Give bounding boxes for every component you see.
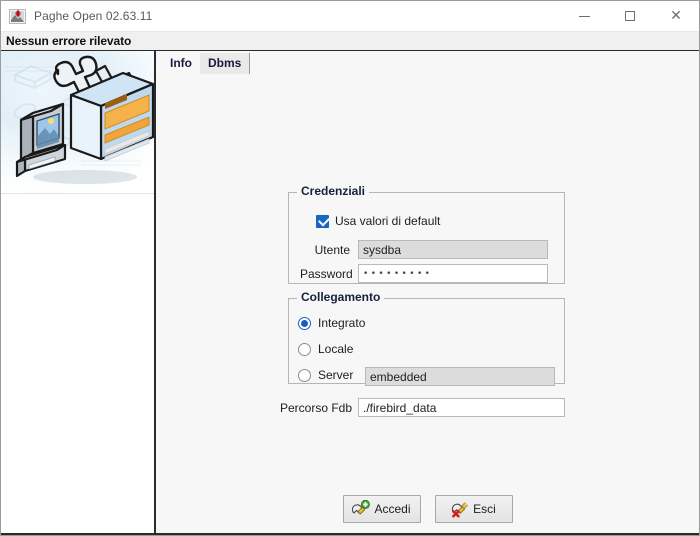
exit-button[interactable]: Esci bbox=[434, 495, 513, 523]
radio-locale-label: Locale bbox=[318, 342, 354, 356]
exit-button-label: Esci bbox=[473, 502, 496, 516]
software-toolbox-illustration bbox=[1, 51, 154, 194]
radio-selected-icon bbox=[298, 316, 311, 330]
user-value: sysdba bbox=[363, 242, 402, 257]
content-panel: Info Dbms Credenziali Usa valori di defa… bbox=[156, 51, 699, 533]
action-button-bar: Accedi Esci bbox=[156, 495, 699, 523]
radio-integrato-label: Integrato bbox=[318, 316, 366, 330]
user-row: Utente sysdba bbox=[300, 240, 548, 259]
radio-unselected-icon bbox=[298, 368, 311, 382]
plug-disconnect-icon bbox=[451, 500, 469, 518]
user-input[interactable]: sysdba bbox=[358, 240, 548, 259]
sidebar-panel bbox=[1, 51, 156, 533]
window-controls: ✕ bbox=[561, 1, 699, 31]
password-row: Password ••••••••• bbox=[300, 264, 548, 283]
fdb-path-label: Percorso Fdb bbox=[280, 400, 353, 415]
fdb-path-value: ./firebird_data bbox=[363, 400, 437, 415]
application-window: Paghe Open 02.63.11 ✕ Nessun errore rile… bbox=[0, 0, 700, 536]
window-body: Info Dbms Credenziali Usa valori di defa… bbox=[1, 50, 699, 535]
tab-dbms[interactable]: Dbms bbox=[200, 53, 251, 74]
server-field-wrap: embedded bbox=[365, 367, 555, 386]
maximize-button[interactable] bbox=[607, 1, 653, 31]
plug-connect-icon bbox=[352, 499, 371, 518]
tab-strip: Info Dbms bbox=[156, 51, 699, 74]
login-button[interactable]: Accedi bbox=[342, 495, 421, 523]
tab-dbms-label: Dbms bbox=[208, 56, 242, 70]
server-value: embedded bbox=[370, 369, 427, 384]
radio-unselected-icon bbox=[298, 342, 311, 356]
use-defaults-checkbox[interactable]: Usa valori di default bbox=[316, 213, 441, 228]
minimize-button[interactable] bbox=[561, 1, 607, 31]
use-defaults-label: Usa valori di default bbox=[335, 214, 441, 228]
checkbox-checked-icon bbox=[316, 213, 331, 228]
radio-server[interactable]: Server bbox=[298, 368, 353, 382]
app-icon bbox=[9, 8, 26, 25]
password-label: Password bbox=[300, 266, 353, 281]
tab-panel-dbms: Credenziali Usa valori di default Utente… bbox=[156, 74, 699, 533]
title-bar: Paghe Open 02.63.11 ✕ bbox=[1, 1, 699, 32]
close-icon: ✕ bbox=[670, 8, 682, 24]
status-message: Nessun errore rilevato bbox=[6, 34, 132, 48]
maximize-icon bbox=[625, 11, 635, 21]
fdb-path-row: Percorso Fdb ./firebird_data bbox=[280, 398, 565, 417]
close-button[interactable]: ✕ bbox=[653, 1, 699, 31]
window-title: Paghe Open 02.63.11 bbox=[34, 9, 153, 23]
radio-locale[interactable]: Locale bbox=[298, 342, 353, 356]
minimize-icon bbox=[578, 15, 590, 17]
password-value: ••••••••• bbox=[363, 268, 433, 279]
server-input[interactable]: embedded bbox=[365, 367, 555, 386]
password-input[interactable]: ••••••••• bbox=[358, 264, 548, 283]
radio-integrato[interactable]: Integrato bbox=[298, 316, 365, 330]
connection-legend: Collegamento bbox=[297, 291, 385, 304]
fdb-path-input[interactable]: ./firebird_data bbox=[358, 398, 565, 417]
status-bar: Nessun errore rilevato bbox=[1, 32, 699, 50]
radio-server-label: Server bbox=[318, 368, 354, 382]
credentials-legend: Credenziali bbox=[297, 185, 370, 198]
user-label: Utente bbox=[314, 242, 350, 257]
tab-info[interactable]: Info bbox=[162, 53, 200, 74]
tab-info-label: Info bbox=[170, 56, 192, 70]
login-button-label: Accedi bbox=[374, 502, 411, 516]
